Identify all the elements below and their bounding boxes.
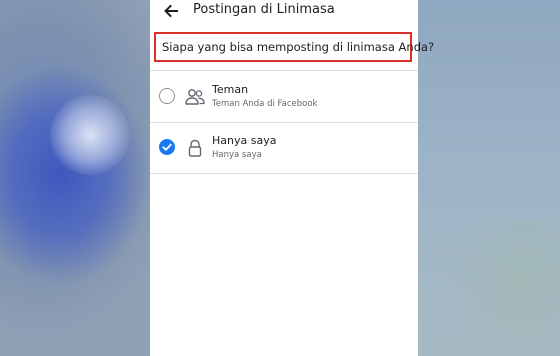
option-teman[interactable]: Teman Teman Anda di Facebook (150, 73, 418, 121)
friends-icon (184, 87, 206, 107)
page-title: Postingan di Linimasa (193, 2, 335, 17)
divider (150, 70, 418, 71)
lock-icon (184, 138, 206, 158)
divider (150, 173, 418, 174)
option-title: Teman (212, 83, 249, 96)
screenshot-stage: Postingan di Linimasa Siapa yang bisa me… (0, 0, 560, 356)
checkmark-icon (162, 143, 172, 151)
back-button[interactable] (162, 2, 180, 20)
app-header: Postingan di Linimasa (150, 0, 418, 22)
arrow-left-icon (164, 4, 178, 18)
radio-button-unchecked[interactable] (159, 88, 175, 104)
option-subtitle: Teman Anda di Facebook (212, 99, 318, 109)
radio-button-checked[interactable] (159, 139, 175, 155)
option-hanya-saya[interactable]: Hanya saya Hanya saya (150, 124, 418, 172)
question-highlight-box: Siapa yang bisa memposting di linimasa A… (154, 32, 434, 62)
background-blur-shape (50, 95, 130, 175)
question-text: Siapa yang bisa memposting di linimasa A… (162, 40, 435, 54)
background-blur-shape-right (450, 220, 560, 356)
divider (150, 122, 418, 123)
background-left (0, 0, 150, 356)
option-subtitle: Hanya saya (212, 150, 262, 160)
phone-screen: Postingan di Linimasa Siapa yang bisa me… (150, 0, 434, 356)
option-title: Hanya saya (212, 134, 277, 147)
